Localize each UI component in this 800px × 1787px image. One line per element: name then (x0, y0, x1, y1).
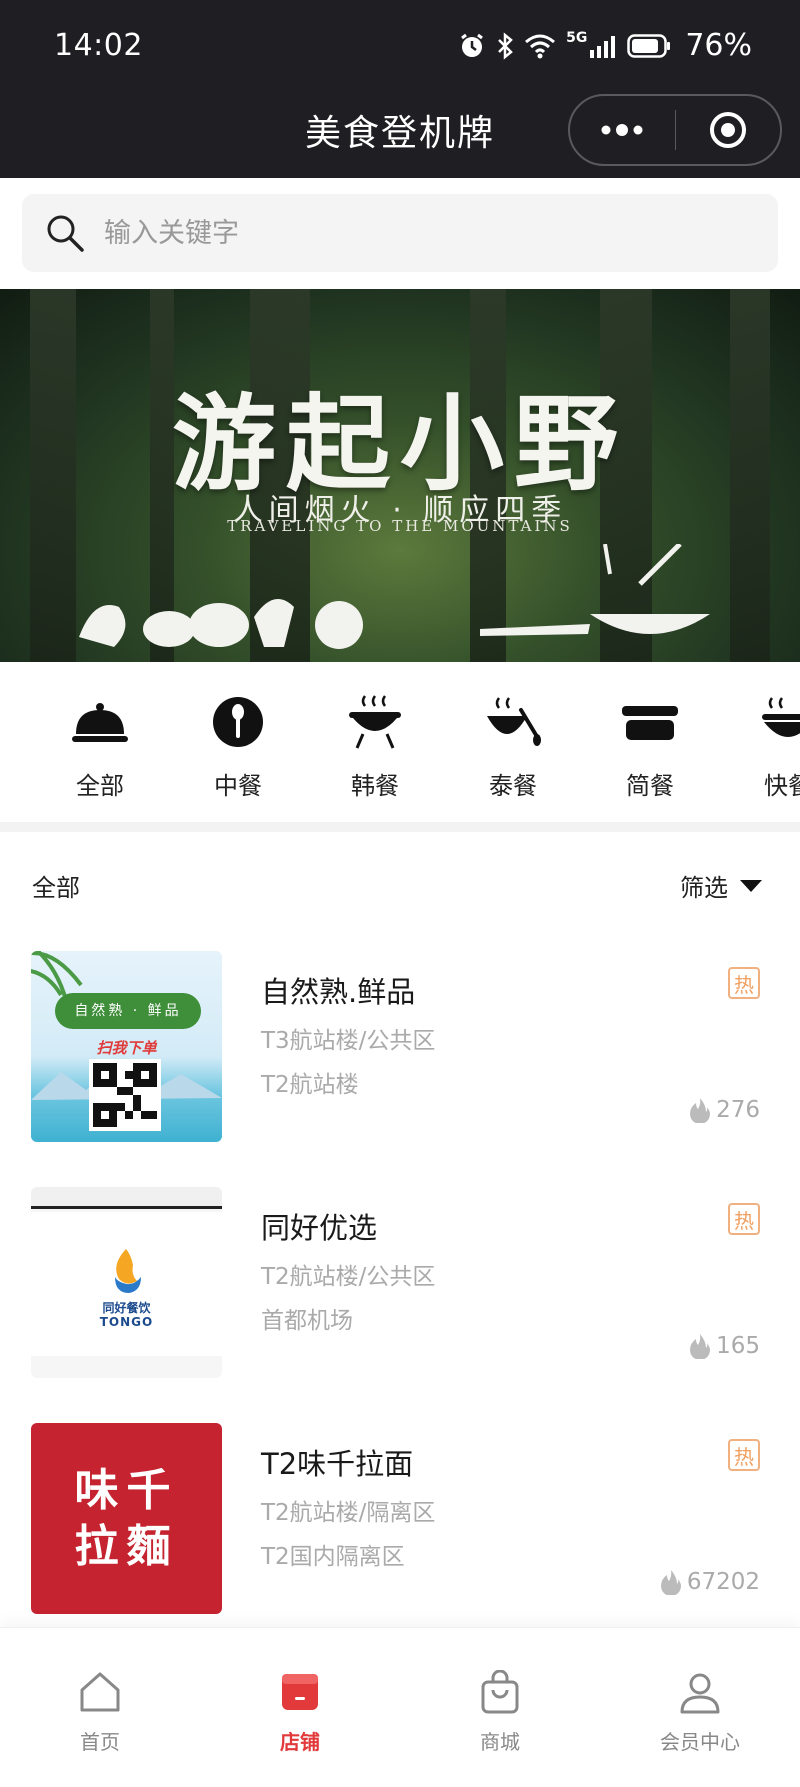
tab-home[interactable]: 首页 (30, 1668, 170, 1755)
popularity-count: 276 (690, 1097, 760, 1123)
thumb-line: 拉麵 (74, 1520, 179, 1572)
search-bar[interactable] (22, 194, 778, 272)
target-circle-icon (709, 112, 746, 148)
battery-level: 76% (685, 28, 752, 63)
store-location: T2航站楼/隔离区 (261, 1500, 436, 1526)
hot-badge: 热 (728, 967, 760, 999)
tab-label: 会员中心 (660, 1730, 740, 1754)
category-label: 全部 (76, 772, 124, 800)
thumb-band (31, 1187, 222, 1209)
flame-icon (690, 1098, 711, 1123)
tongo-logo-icon (115, 1249, 141, 1293)
store-icon (282, 1674, 318, 1710)
popularity-value: 67202 (686, 1569, 760, 1595)
tab-store[interactable]: 店铺 (230, 1668, 370, 1755)
hot-badge: 热 (728, 1203, 760, 1235)
shopping-bag-icon (481, 1670, 519, 1714)
category-row: 全部 中餐 韩餐 泰餐 简餐 快餐 (0, 662, 800, 822)
category-label: 简餐 (626, 772, 674, 800)
thumb-brand-en: TONGO (99, 1315, 154, 1329)
tab-member-center[interactable]: 会员中心 (630, 1668, 770, 1755)
category-simple-meal[interactable]: 简餐 (590, 692, 710, 801)
store-item[interactable]: 味千 拉麵 T2味千拉面 T2航站楼/隔离区 T2国内隔离区 热 67202 (0, 1423, 800, 1615)
status-icons: 5G 76% (458, 28, 752, 63)
search-icon (47, 215, 84, 252)
top-bar: 14:02 5G 76% 美食登机牌 (0, 0, 800, 178)
store-thumbnail: 同好餐饮 TONGO (31, 1187, 222, 1378)
cooking-pot-illustration (480, 544, 710, 636)
section-divider (0, 822, 800, 832)
store-location: T2航站楼 (261, 1072, 359, 1098)
bbq-grill-icon (349, 695, 401, 749)
network-type: 5G (566, 29, 588, 46)
noodle-bowl-icon (762, 697, 800, 737)
filter-label: 筛选 (680, 874, 728, 902)
thumb-brand-art: 味千 拉麵 (75, 1463, 179, 1575)
category-label: 泰餐 (489, 772, 537, 800)
category-chinese[interactable]: 中餐 (178, 692, 298, 801)
filter-button[interactable]: 筛选 (680, 868, 762, 903)
miniprogram-capsule (568, 94, 782, 166)
user-icon (680, 1673, 720, 1714)
promo-banner[interactable]: 游起小野 人间烟火 · 顺应四季 TRAVELING TO THE MOUNTA… (0, 289, 800, 662)
search-input[interactable] (104, 217, 778, 249)
more-button[interactable] (570, 96, 675, 164)
category-label: 韩餐 (351, 772, 399, 800)
thumb-line: 味千 (74, 1464, 179, 1516)
thumb-brand-cn: 同好餐饮 (102, 1301, 151, 1315)
store-location: T3航站楼/公共区 (261, 1028, 436, 1054)
filter-all-label[interactable]: 全部 (32, 868, 80, 903)
store-name: 同好优选 (261, 1211, 378, 1245)
signal-icon (590, 35, 616, 58)
store-thumbnail: 味千 拉麵 (31, 1423, 222, 1614)
store-location: T2国内隔离区 (261, 1544, 405, 1570)
store-name: T2味千拉面 (261, 1447, 414, 1481)
thumb-slogan: 扫我下单 (96, 1039, 157, 1057)
popularity-count: 67202 (660, 1569, 760, 1595)
store-item[interactable]: 自然熟 · 鲜品 扫我下单 自然熟.鲜品 T3航站楼/公共区 T2航站楼 热 2… (0, 951, 800, 1143)
popularity-value: 165 (716, 1333, 760, 1359)
vegetables-illustration (79, 599, 363, 649)
store-location: T2航站楼/公共区 (261, 1264, 436, 1290)
flame-icon (690, 1334, 711, 1359)
tab-label: 店铺 (280, 1730, 320, 1754)
banner-subtitle-en: TRAVELING TO THE MOUNTAINS (227, 517, 573, 535)
battery-icon (627, 33, 671, 58)
bluetooth-icon (498, 31, 513, 60)
category-label: 快餐 (764, 772, 800, 800)
bottom-tab-bar: 首页 店铺 商城 会员中心 (0, 1627, 800, 1787)
thumb-brand-badge: 自然熟 · 鲜品 (55, 993, 201, 1029)
store-location: 首都机场 (261, 1308, 353, 1334)
status-time: 14:02 (54, 28, 143, 63)
flame-icon (660, 1570, 681, 1595)
alarm-icon (461, 33, 483, 57)
category-korean[interactable]: 韩餐 (315, 692, 435, 801)
store-thumbnail: 自然熟 · 鲜品 扫我下单 (31, 951, 222, 1142)
store-item[interactable]: 同好餐饮 TONGO 同好优选 T2航站楼/公共区 首都机场 热 165 (0, 1187, 800, 1379)
popularity-value: 276 (716, 1097, 760, 1123)
close-miniprogram-button[interactable] (675, 96, 780, 164)
category-label: 中餐 (214, 772, 262, 800)
cloche-icon (72, 703, 128, 742)
tab-label: 首页 (80, 1730, 120, 1754)
lunch-box-icon (622, 706, 678, 740)
category-fast-food[interactable]: 快餐 (728, 692, 800, 801)
caret-down-icon (740, 879, 762, 892)
more-dots-icon (601, 124, 643, 136)
spoon-icon (213, 697, 263, 747)
store-name: 自然熟.鲜品 (261, 975, 416, 1009)
home-icon (80, 1672, 120, 1712)
hot-bowl-icon (487, 697, 541, 746)
tab-mall[interactable]: 商城 (430, 1668, 570, 1755)
tab-label: 商城 (480, 1730, 520, 1754)
qr-code (89, 1059, 161, 1131)
category-thai[interactable]: 泰餐 (453, 692, 573, 801)
filter-row: 全部 筛选 (0, 832, 800, 932)
category-all[interactable]: 全部 (40, 692, 160, 801)
popularity-count: 165 (690, 1333, 760, 1359)
wifi-icon (525, 34, 556, 58)
hot-badge: 热 (728, 1439, 760, 1471)
